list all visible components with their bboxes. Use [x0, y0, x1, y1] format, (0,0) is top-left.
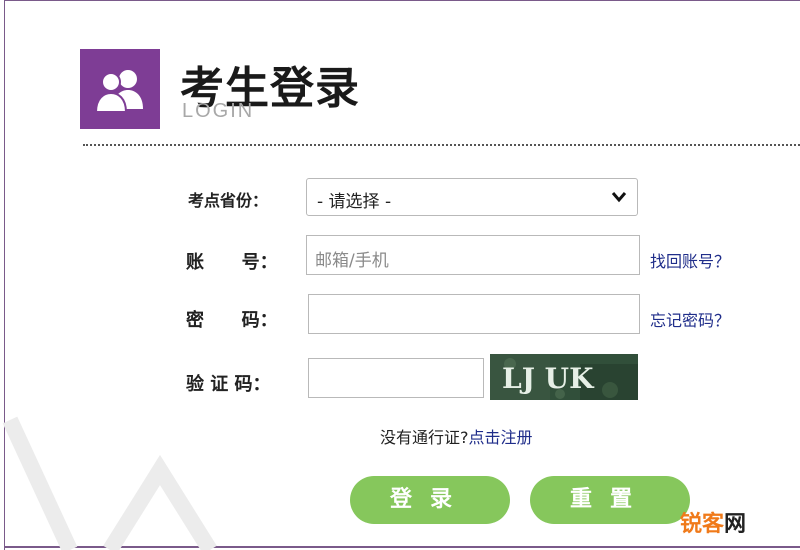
captcha-input[interactable] — [308, 358, 484, 398]
account-placeholder: 邮箱/手机 — [315, 251, 389, 271]
watermark-part2: 网 — [724, 512, 747, 537]
account-label: 账 号： — [186, 252, 278, 273]
captcha-text: LJ UK — [502, 362, 595, 395]
login-logo — [80, 49, 160, 129]
site-watermark: 锐客网 — [680, 506, 746, 538]
register-link[interactable]: 点击注册 — [469, 428, 533, 447]
province-label: 考点省份： — [188, 191, 269, 210]
chevron-down-icon — [611, 192, 627, 203]
captcha-label: 验 证 码： — [186, 374, 271, 395]
register-prompt: 没有通行证?点击注册 — [380, 424, 533, 448]
login-button[interactable]: 登录 — [350, 476, 510, 524]
account-input[interactable]: 邮箱/手机 — [306, 235, 640, 275]
captcha-graphic: LJ UK — [490, 354, 638, 400]
frame-border-bottom — [4, 546, 800, 548]
password-label: 密 码： — [186, 310, 278, 331]
password-input[interactable] — [308, 294, 640, 334]
users-icon — [94, 70, 143, 113]
frame-border-top — [4, 0, 800, 1]
reset-button[interactable]: 重置 — [530, 476, 690, 524]
province-select-value: - 请选择 - — [317, 192, 392, 212]
province-select[interactable]: - 请选择 - — [306, 178, 638, 216]
captcha-image[interactable]: LJ UK — [490, 354, 638, 400]
header-divider — [83, 144, 800, 146]
recover-account-link[interactable]: 找回账号？ — [650, 248, 730, 272]
register-prompt-text: 没有通行证? — [380, 428, 469, 447]
page-subtitle: LOGIN — [182, 100, 255, 122]
forgot-password-link[interactable]: 忘记密码？ — [650, 307, 730, 331]
frame-border-left — [4, 0, 5, 550]
watermark-part1: 锐客 — [680, 512, 725, 537]
